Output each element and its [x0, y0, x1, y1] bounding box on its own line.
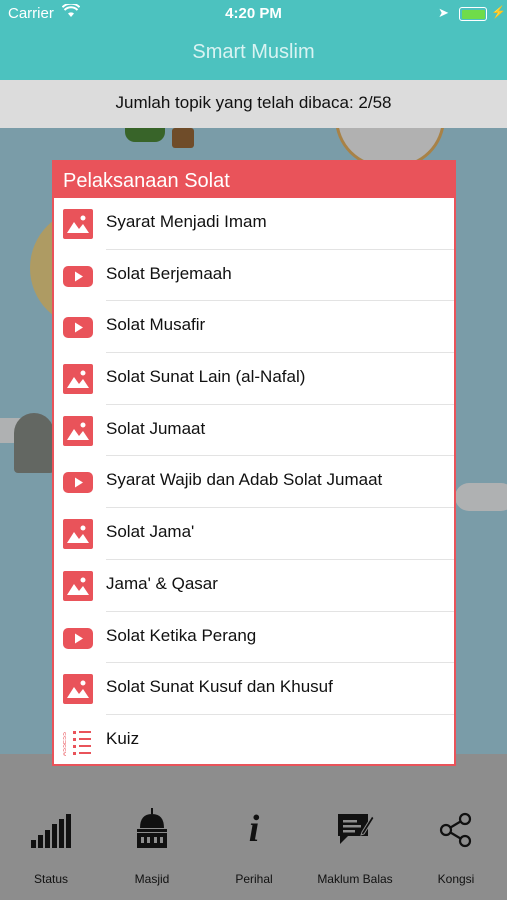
- location-arrow-icon: ➤: [438, 5, 449, 20]
- topic-list-item[interactable]: Solat Berjemaah: [54, 250, 454, 302]
- topic-list-item[interactable]: Jama' & Qasar: [54, 560, 454, 612]
- tab-perihal[interactable]: i Perihal: [204, 804, 304, 886]
- image-icon: [63, 570, 93, 601]
- video-icon: [63, 312, 93, 342]
- share-icon: [406, 804, 506, 848]
- tab-maklum-balas[interactable]: Maklum Balas: [305, 804, 405, 886]
- tab-label: Kongsi: [437, 872, 475, 886]
- quiz-icon: ASSESS: [62, 726, 93, 756]
- tab-bar: Status Masjid i Perihal Maklum Balas Kon…: [0, 754, 507, 900]
- battery-icon: [459, 7, 487, 21]
- tab-status[interactable]: Status: [1, 804, 101, 886]
- topic-label: Solat Musafir: [106, 315, 206, 335]
- tab-label: Masjid: [134, 872, 170, 886]
- topic-list-item[interactable]: Solat Ketika Perang: [54, 612, 454, 664]
- topic-label: Solat Jama': [106, 522, 195, 542]
- read-progress-bar: Jumlah topik yang telah dibaca: 2/58: [0, 80, 507, 128]
- status-bar: Carrier 4:20 PM ➤ ⚡: [0, 0, 507, 28]
- tab-label: Status: [33, 872, 69, 886]
- svg-text:ASSESS: ASSESS: [63, 732, 68, 756]
- topic-label: Syarat Wajib dan Adab Solat Jumaat: [106, 470, 383, 490]
- dialog-title: Pelaksanaan Solat: [54, 162, 454, 198]
- nav-bar: Smart Muslim: [0, 28, 507, 80]
- topic-label: Kuiz: [106, 728, 140, 748]
- topic-label: Solat Berjemaah: [106, 263, 232, 283]
- tab-label: Maklum Balas: [317, 872, 393, 886]
- video-icon: [63, 467, 93, 497]
- topic-label: Solat Jumaat: [106, 418, 206, 438]
- feedback-icon: [305, 804, 405, 848]
- clock: 4:20 PM: [225, 5, 282, 22]
- info-icon: i: [248, 808, 260, 850]
- topic-label: Solat Sunat Kusuf dan Khusuf: [106, 677, 333, 697]
- tab-masjid[interactable]: Masjid: [102, 804, 202, 886]
- topic-list-item[interactable]: Solat Sunat Kusuf dan Khusuf: [54, 663, 454, 715]
- topic-label: Solat Ketika Perang: [106, 625, 257, 645]
- topic-label: Solat Sunat Lain (al-Nafal): [106, 367, 306, 387]
- signal-bars-icon: [1, 804, 101, 848]
- tab-kongsi[interactable]: Kongsi: [406, 804, 506, 886]
- image-icon: [63, 415, 93, 446]
- topic-list: Syarat Menjadi Imam Solat Berjemaah Solat …: [54, 198, 454, 764]
- image-icon: [63, 674, 93, 705]
- topic-list-item[interactable]: Solat Musafir: [54, 301, 454, 354]
- image-icon: [63, 209, 93, 239]
- topic-list-item[interactable]: Solat Sunat Lain (al-Nafal): [54, 353, 454, 405]
- mosque-icon: [102, 804, 202, 848]
- charging-icon: ⚡: [491, 5, 506, 19]
- topic-label: Jama' & Qasar: [106, 573, 218, 593]
- topic-list-dialog: Pelaksanaan Solat Syarat Menjadi Imam Sol…: [52, 160, 456, 766]
- tab-label: Perihal: [235, 872, 273, 886]
- video-icon: [63, 261, 93, 291]
- image-icon: [63, 519, 93, 550]
- topic-list-item[interactable]: Syarat Wajib dan Adab Solat Jumaat: [54, 456, 454, 509]
- topic-list-item[interactable]: Solat Jama': [54, 508, 454, 560]
- app-title: Smart Muslim: [192, 41, 315, 63]
- read-progress-text: Jumlah topik yang telah dibaca: 2/58: [115, 93, 392, 112]
- topic-list-item[interactable]: Solat Jumaat: [54, 405, 454, 457]
- video-icon: [63, 623, 93, 653]
- topic-label: Syarat Menjadi Imam: [106, 212, 267, 231]
- topic-list-item[interactable]: Syarat Menjadi Imam: [54, 198, 454, 250]
- image-icon: [63, 364, 93, 395]
- topic-list-item[interactable]: ASSESS Kuiz: [54, 715, 454, 764]
